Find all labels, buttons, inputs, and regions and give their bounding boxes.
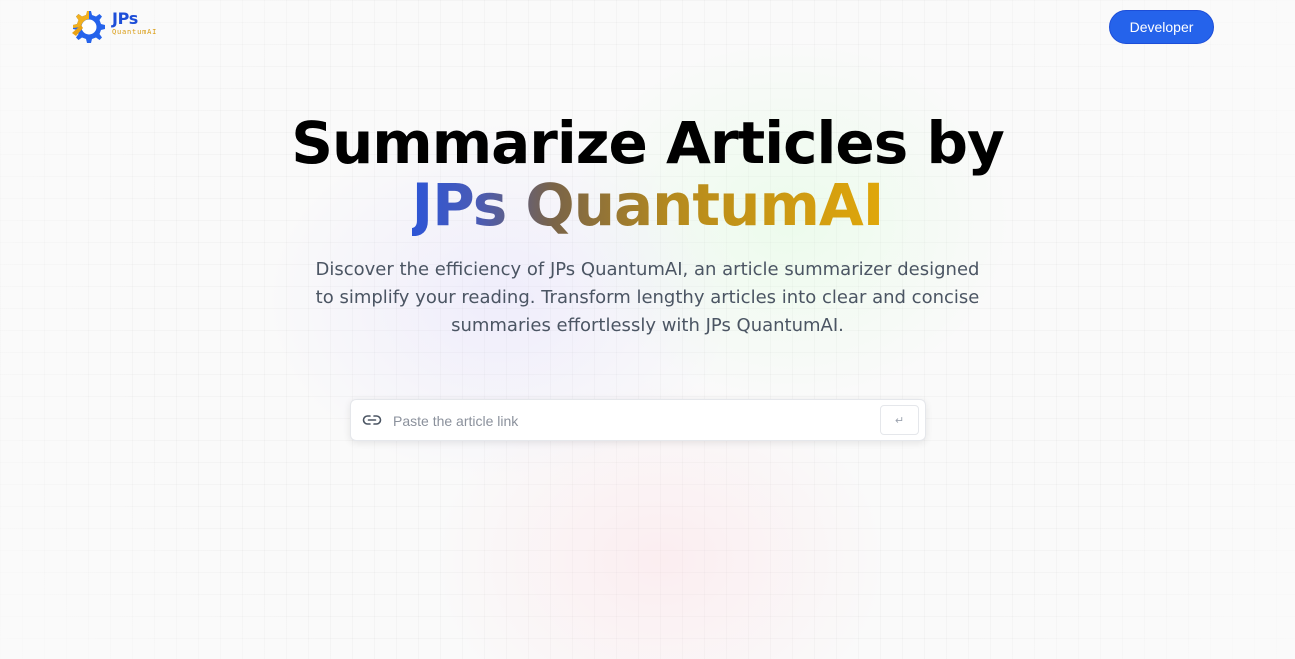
article-link-form: ↵ [350, 399, 926, 441]
top-nav: JPs QuantumAI Developer [0, 0, 1295, 56]
logo-text: JPs QuantumAI [112, 11, 157, 36]
hero-section: Summarize Articles by JPs QuantumAI Disc… [0, 112, 1295, 340]
page-title-line1: Summarize Articles by [291, 109, 1005, 177]
article-link-input[interactable] [391, 406, 875, 436]
link-icon [362, 412, 382, 432]
developer-button[interactable]: Developer [1109, 10, 1214, 44]
page-title: Summarize Articles by JPs QuantumAI [0, 112, 1295, 236]
logo-subtitle: QuantumAI [112, 28, 158, 36]
enter-icon: ↵ [894, 413, 905, 427]
hero-description: Discover the efficiency of JPs QuantumAI… [315, 259, 980, 336]
logo[interactable]: JPs QuantumAI [68, 6, 156, 48]
page-title-brand: JPs QuantumAI [411, 171, 885, 239]
gear-icon [68, 6, 108, 48]
logo-title: JPs [112, 9, 139, 28]
submit-button[interactable]: ↵ [880, 405, 919, 435]
